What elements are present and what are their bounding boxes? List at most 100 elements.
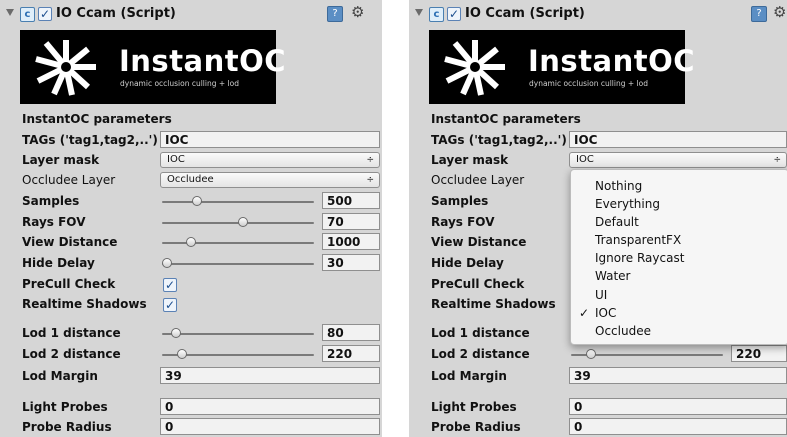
- samples-slider-knob[interactable]: [191, 196, 202, 206]
- rays-fov-label: Rays FOV: [22, 215, 86, 229]
- view-distance-field[interactable]: 1000: [322, 233, 380, 250]
- section-title: InstantOC parameters: [22, 112, 172, 126]
- precull-check-label: PreCull Check: [22, 277, 116, 291]
- tags-row: TAGs ('tag1,tag2,..') IOC: [0, 130, 382, 150]
- help-icon[interactable]: ?: [327, 6, 343, 22]
- tags-field[interactable]: IOC: [569, 131, 787, 148]
- lod1-label: Lod 1 distance: [431, 326, 530, 340]
- rays-fov-slider-knob[interactable]: [237, 217, 248, 227]
- component-header: c ✓ IO Ccam (Script) ? ⚙: [0, 0, 382, 28]
- logo-subtitle: dynamic occlusion culling + lod: [529, 79, 648, 88]
- realtime-shadows-label: Realtime Shadows: [22, 297, 147, 311]
- occludee-layer-value: Occludee: [167, 174, 214, 185]
- tags-label: TAGs ('tag1,tag2,..'): [22, 133, 158, 147]
- layer-mask-row: Layer mask IOC ÷: [409, 150, 787, 170]
- light-probes-row: Light Probes 0: [0, 397, 382, 417]
- samples-field[interactable]: 500: [322, 192, 380, 209]
- component-title: IO Ccam (Script): [56, 6, 176, 21]
- hide-delay-label: Hide Delay: [431, 256, 504, 270]
- lod1-field[interactable]: 80: [322, 324, 380, 341]
- probe-radius-row: Probe Radius 0: [409, 417, 787, 437]
- probe-radius-label: Probe Radius: [22, 420, 112, 434]
- panel-gap: [382, 0, 409, 437]
- layer-mask-label: Layer mask: [22, 153, 100, 167]
- logo-burst-icon: [35, 40, 96, 96]
- menu-item-everything[interactable]: Everything: [595, 197, 660, 211]
- logo-title: InstantOC: [119, 44, 287, 78]
- menu-item-ui[interactable]: UI: [595, 288, 607, 302]
- probe-radius-field[interactable]: 0: [569, 418, 787, 435]
- menu-item-ignore-raycast[interactable]: Ignore Raycast: [595, 251, 684, 265]
- samples-slider-track[interactable]: [162, 201, 314, 203]
- gear-icon[interactable]: ⚙: [351, 3, 364, 21]
- lod2-field[interactable]: 220: [731, 345, 787, 362]
- layer-mask-dropdown[interactable]: IOC ÷: [569, 152, 787, 168]
- light-probes-row: Light Probes 0: [409, 397, 787, 417]
- tags-row: TAGs ('tag1,tag2,..') IOC: [409, 130, 787, 150]
- menu-item-occludee[interactable]: Occludee: [595, 324, 651, 338]
- lod2-slider-knob[interactable]: [176, 349, 187, 359]
- hide-delay-slider-knob[interactable]: [161, 258, 172, 268]
- light-probes-field[interactable]: 0: [160, 398, 380, 415]
- view-distance-label: View Distance: [22, 235, 118, 249]
- dropdown-arrow-icon: ÷: [366, 175, 374, 185]
- checkmark-icon: ✓: [579, 306, 590, 320]
- logo-subtitle: dynamic occlusion culling + lod: [120, 79, 239, 88]
- samples-label: Samples: [22, 194, 80, 208]
- lod2-row: Lod 2 distance 220: [0, 344, 382, 364]
- menu-item-transparentfx[interactable]: TransparentFX: [595, 233, 681, 247]
- gear-icon[interactable]: ⚙: [773, 3, 786, 21]
- probe-radius-row: Probe Radius 0: [0, 417, 382, 437]
- layer-mask-label: Layer mask: [431, 153, 509, 167]
- menu-item-nothing[interactable]: Nothing: [595, 179, 642, 193]
- probe-radius-field[interactable]: 0: [160, 418, 380, 435]
- layer-dropdown-menu: Nothing Everything Default TransparentFX…: [570, 169, 787, 345]
- lod-margin-row: Lod Margin 39: [0, 366, 382, 386]
- layer-mask-value: IOC: [167, 154, 185, 165]
- lod2-field[interactable]: 220: [322, 345, 380, 362]
- lod2-label: Lod 2 distance: [22, 347, 121, 361]
- rays-fov-label: Rays FOV: [431, 215, 495, 229]
- view-distance-slider-knob[interactable]: [185, 237, 196, 247]
- view-distance-label: View Distance: [431, 235, 527, 249]
- precull-check-checkbox[interactable]: ✓: [163, 278, 177, 292]
- instantoc-logo: InstantOC dynamic occlusion culling + lo…: [20, 30, 286, 104]
- script-icon: c: [20, 7, 35, 22]
- layer-mask-row: Layer mask IOC ÷: [0, 150, 382, 170]
- layer-mask-dropdown[interactable]: IOC ÷: [160, 152, 380, 168]
- logo-title: InstantOC: [528, 44, 696, 78]
- component-title: IO Ccam (Script): [465, 6, 585, 21]
- hide-delay-field[interactable]: 30: [322, 254, 380, 271]
- precull-check-row: PreCull Check ✓: [0, 274, 382, 294]
- menu-item-default[interactable]: Default: [595, 215, 639, 229]
- help-icon[interactable]: ?: [751, 6, 767, 22]
- lod2-label: Lod 2 distance: [431, 347, 530, 361]
- rays-fov-field[interactable]: 70: [322, 213, 380, 230]
- foldout-arrow-icon[interactable]: [415, 9, 423, 16]
- lod-margin-field[interactable]: 39: [160, 367, 380, 384]
- light-probes-field[interactable]: 0: [569, 398, 787, 415]
- tags-field[interactable]: IOC: [160, 131, 380, 148]
- light-probes-label: Light Probes: [22, 400, 108, 414]
- menu-item-water[interactable]: Water: [595, 269, 630, 283]
- lod-margin-field[interactable]: 39: [569, 367, 787, 384]
- lod2-slider-knob[interactable]: [585, 349, 596, 359]
- view-distance-slider-track[interactable]: [162, 242, 314, 244]
- probe-radius-label: Probe Radius: [431, 420, 521, 434]
- component-enabled-checkbox[interactable]: ✓: [447, 7, 461, 21]
- lod-margin-label: Lod Margin: [431, 369, 507, 383]
- tags-label: TAGs ('tag1,tag2,..'): [431, 133, 567, 147]
- foldout-arrow-icon[interactable]: [6, 9, 14, 16]
- occludee-layer-dropdown[interactable]: Occludee ÷: [160, 172, 380, 188]
- lod1-slider-track[interactable]: [162, 333, 314, 335]
- precull-check-label: PreCull Check: [431, 277, 525, 291]
- hide-delay-slider-track[interactable]: [162, 263, 314, 265]
- realtime-shadows-checkbox[interactable]: ✓: [163, 298, 177, 312]
- menu-item-ioc[interactable]: IOC: [595, 306, 616, 320]
- occludee-layer-label: Occludee Layer: [431, 173, 525, 187]
- component-enabled-checkbox[interactable]: ✓: [38, 7, 52, 21]
- lod1-slider-knob[interactable]: [170, 328, 181, 338]
- hide-delay-row: Hide Delay 30: [0, 253, 382, 273]
- light-probes-label: Light Probes: [431, 400, 517, 414]
- occludee-layer-label: Occludee Layer: [22, 173, 116, 187]
